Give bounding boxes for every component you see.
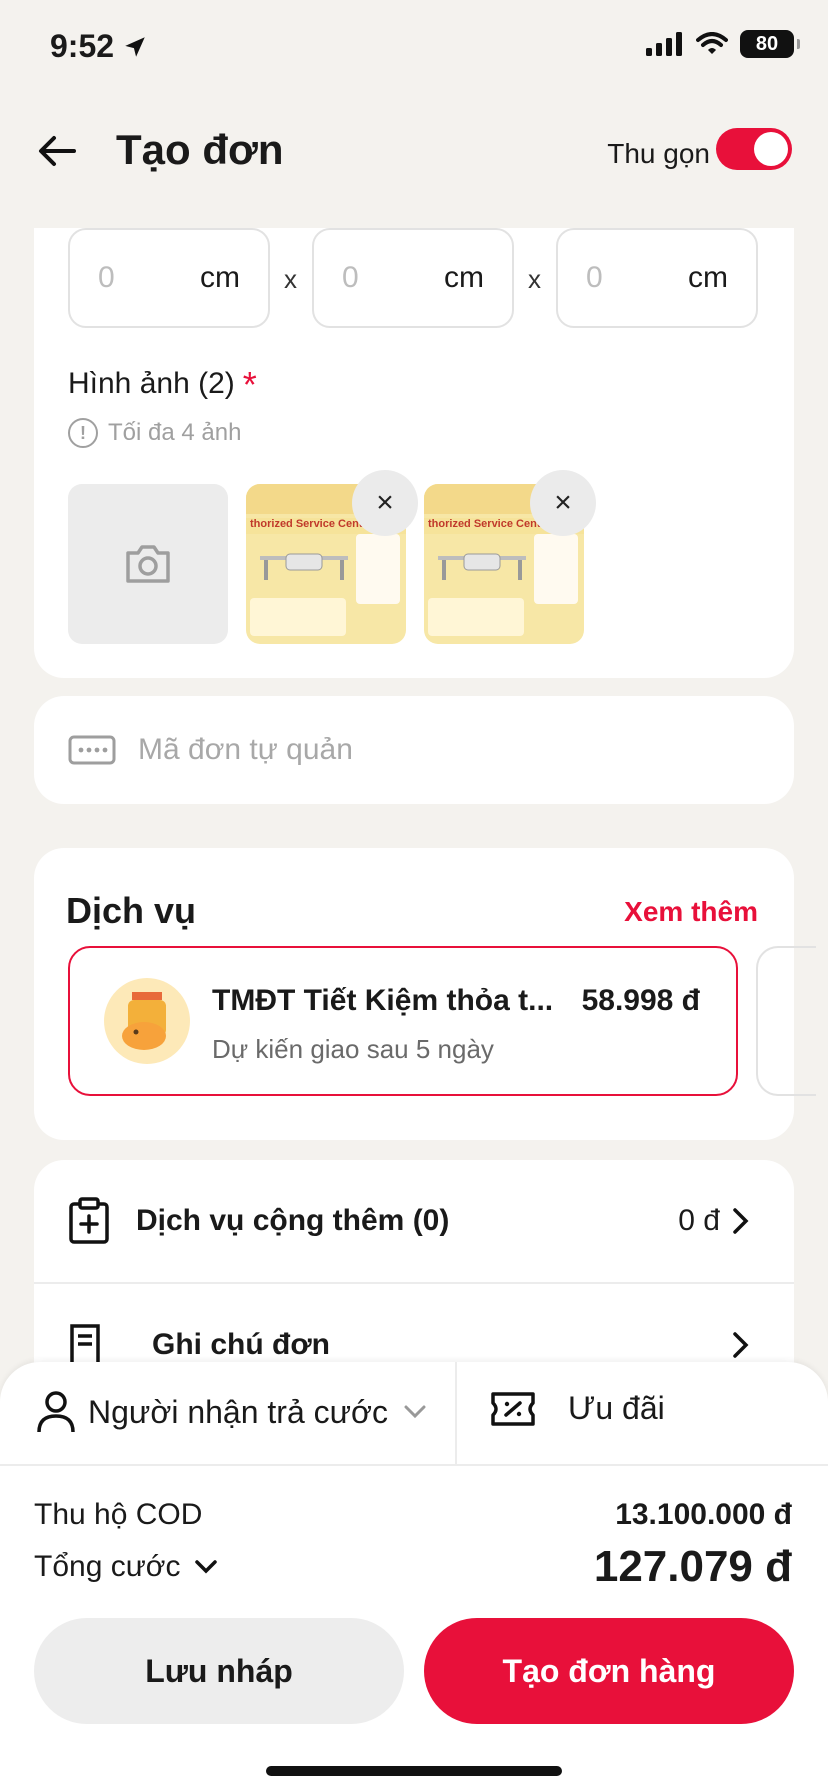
service-price: 58.998 đ [581, 984, 700, 1017]
extra-service-value: 0 đ [678, 1204, 720, 1237]
remove-photo-button[interactable]: × [352, 470, 418, 536]
required-mark: * [242, 364, 257, 405]
see-more-link[interactable]: Xem thêm [624, 896, 758, 928]
height-unit: cm [688, 261, 728, 294]
thumbnail-caption: thorized Service Center [428, 518, 551, 530]
payer-selector[interactable]: Người nhận trả cước [36, 1390, 426, 1434]
order-code-field[interactable]: Mã đơn tự quản [34, 696, 794, 804]
width-unit: cm [444, 261, 484, 294]
back-arrow-icon[interactable] [34, 128, 80, 174]
location-arrow-icon [125, 36, 145, 57]
length-unit: cm [200, 261, 240, 294]
thumbnail-info [428, 598, 524, 636]
images-label-text: Hình ảnh (2) [68, 367, 235, 400]
battery-level: 80 [755, 32, 779, 55]
thumbnail-side-panel [356, 534, 400, 604]
total-fee-label: Tổng cước [34, 1550, 181, 1583]
cod-label: Thu hộ COD [34, 1498, 203, 1531]
chevron-down-icon [404, 1405, 426, 1419]
status-time: 9:52 [50, 28, 148, 65]
length-placeholder: 0 [98, 261, 115, 294]
thumbnail-caption: thorized Service Center [250, 518, 373, 530]
battery-icon: 80 [740, 30, 800, 58]
home-indicator [266, 1766, 562, 1776]
drone-image [260, 553, 348, 580]
height-input[interactable]: 0 cm [556, 228, 758, 328]
chevron-right-icon [733, 1208, 749, 1234]
width-placeholder: 0 [342, 261, 359, 294]
clock: 9:52 [50, 28, 115, 64]
extra-service-row[interactable]: Dịch vụ cộng thêm (0) 0 đ [34, 1160, 794, 1282]
close-icon: × [376, 486, 394, 519]
chevron-right-icon [733, 1332, 749, 1358]
length-input[interactable]: 0 cm [68, 228, 270, 328]
piggy-bank-icon [104, 978, 190, 1064]
total-fee-toggle[interactable]: Tổng cước [34, 1550, 218, 1584]
drone-image [438, 553, 526, 580]
remove-photo-button[interactable]: × [530, 470, 596, 536]
camera-icon [126, 545, 170, 583]
promo-label: Ưu đãi [568, 1390, 665, 1426]
save-draft-button[interactable]: Lưu nháp [34, 1618, 404, 1724]
toggle-knob [754, 132, 788, 166]
dimension-separator: x [528, 264, 541, 294]
clipboard-plus-icon [69, 1197, 109, 1244]
images-hint-text: Tối đa 4 ảnh [108, 419, 242, 446]
images-hint: ! Tối đa 4 ảnh [68, 418, 241, 448]
status-indicators: 80 [646, 30, 800, 58]
close-icon: × [554, 486, 572, 519]
thumbnail-info [250, 598, 346, 636]
service-title: Dịch vụ [66, 890, 197, 931]
total-fee-value: 127.079 đ [593, 1542, 792, 1591]
addons-card: Dịch vụ cộng thêm (0) 0 đ Ghi chú đơn [34, 1160, 794, 1380]
dimension-separator: x [284, 264, 297, 294]
info-icon: ! [68, 418, 98, 448]
service-option-next[interactable] [756, 946, 816, 1096]
thumbnail-side-panel [534, 534, 578, 604]
collapse-toggle[interactable] [716, 128, 792, 170]
height-placeholder: 0 [586, 261, 603, 294]
chevron-down-icon [195, 1560, 218, 1574]
images-label: Hình ảnh (2) * [68, 364, 257, 406]
discount-ticket-icon [491, 1391, 535, 1426]
service-eta: Dự kiến giao sau 5 ngày [212, 1034, 494, 1064]
service-name: TMĐT Tiết Kiệm thỏa t... [212, 984, 554, 1017]
cod-value: 13.100.000 đ [615, 1498, 792, 1531]
add-photo-button[interactable] [68, 484, 228, 644]
service-option-selected[interactable]: TMĐT Tiết Kiệm thỏa t... 58.998 đ Dự kiế… [68, 946, 738, 1096]
collapse-label: Thu gọn [607, 138, 710, 169]
sheet-options: Người nhận trả cước Ưu đãi [0, 1362, 828, 1466]
create-order-button[interactable]: Tạo đơn hàng [424, 1618, 794, 1724]
page-title: Tạo đơn [116, 126, 284, 173]
cellular-signal-icon [646, 32, 682, 56]
promo-button[interactable]: Ưu đãi [490, 1390, 665, 1427]
divider [455, 1362, 457, 1466]
order-code-placeholder: Mã đơn tự quản [138, 733, 353, 766]
user-icon [37, 1391, 75, 1433]
barcode-icon [68, 735, 116, 765]
payer-label: Người nhận trả cước [88, 1393, 389, 1430]
width-input[interactable]: 0 cm [312, 228, 514, 328]
order-note-label: Ghi chú đơn [152, 1328, 330, 1361]
wifi-icon [696, 32, 728, 54]
checkout-sheet: Người nhận trả cước Ưu đãi Thu hộ COD 13… [0, 1362, 828, 1792]
extra-service-label: Dịch vụ cộng thêm (0) [136, 1204, 450, 1237]
